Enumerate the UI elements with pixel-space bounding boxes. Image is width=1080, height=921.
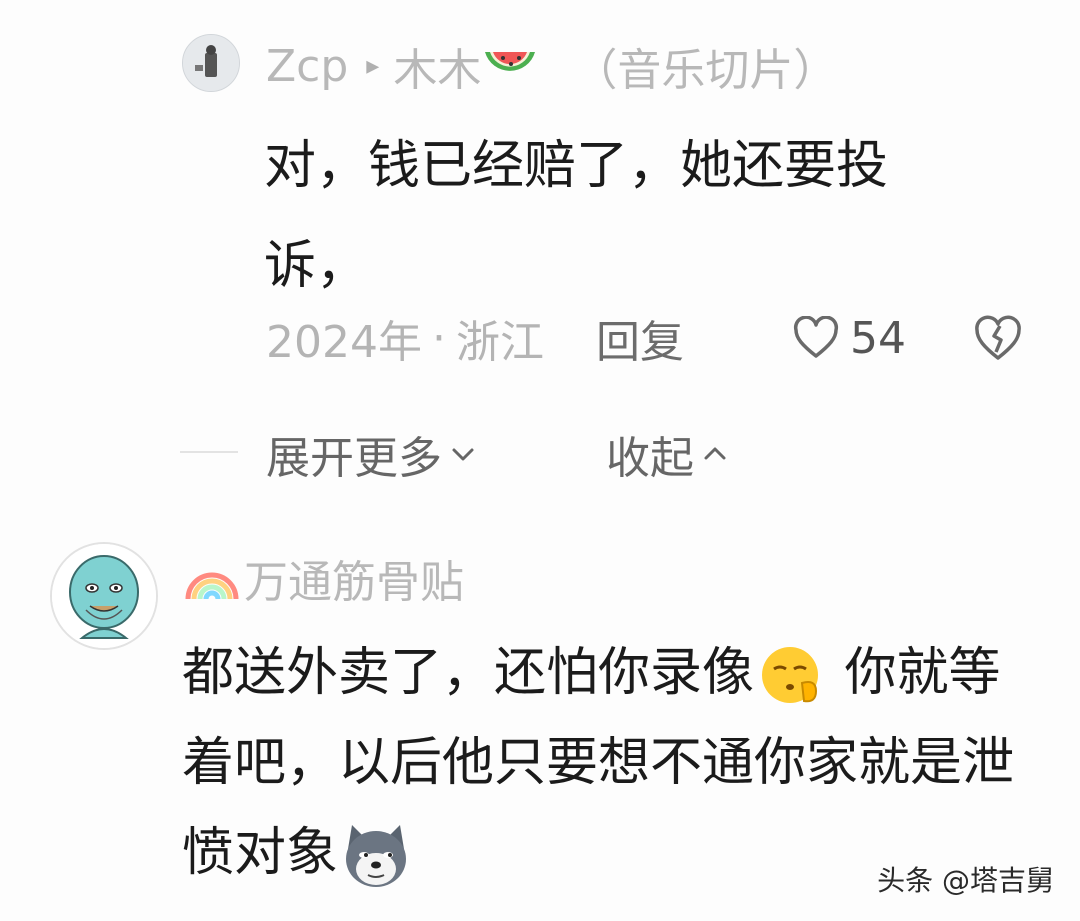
broken-heart-icon[interactable] (972, 312, 1024, 364)
expand-label: 展开更多 (266, 433, 442, 484)
rainbow-icon (185, 572, 239, 600)
reply-meta: 2024年 · 浙江 回复 (266, 306, 684, 370)
collapse-label: 收起 (606, 433, 694, 484)
shush-emoji-icon (762, 647, 819, 703)
comment-text: 都送外卖了，还怕你录像 你就等着吧，以后他只要想不通你家就是泄愤对象 (182, 628, 1022, 898)
chevron-down-icon (452, 448, 474, 461)
reply-header: Zcp ▸ 木木 （音乐切片） (266, 34, 838, 98)
reply-target-username[interactable]: 木木 (393, 34, 481, 98)
chevron-up-icon (704, 447, 726, 460)
avatar-image (183, 35, 239, 91)
comment-avatar[interactable] (50, 542, 158, 650)
reply-avatar[interactable] (182, 34, 240, 92)
like-button[interactable]: 54 (792, 306, 906, 370)
reply-button[interactable]: 回复 (596, 306, 684, 370)
dog-emoji-icon (346, 825, 407, 887)
reply-time: 2024年 (266, 317, 422, 368)
thread-divider (180, 451, 238, 453)
comment-header: 万通筋骨贴 (184, 548, 464, 608)
comment-username[interactable]: 万通筋骨贴 (244, 546, 464, 610)
meta-separator: · (431, 312, 446, 364)
collapse-button[interactable]: 收起 (606, 424, 728, 484)
watermark: 头条 @塔吉舅 (877, 864, 1054, 897)
like-count: 54 (850, 312, 906, 364)
heart-icon (793, 316, 839, 358)
reply-arrow-icon: ▸ (366, 51, 380, 81)
reply-target-tag: （音乐切片） (573, 45, 838, 96)
watermelon-icon (485, 52, 536, 71)
expand-more-button[interactable]: 展开更多 (266, 424, 476, 484)
reply-location: 浙江 (455, 317, 544, 368)
reply-username[interactable]: Zcp (266, 41, 348, 92)
comment-text-part1: 都送外卖了，还怕你录像 (182, 643, 755, 703)
reply-text: 对，钱已经赔了，她还要投诉， (264, 136, 889, 296)
avatar-image (52, 544, 156, 648)
